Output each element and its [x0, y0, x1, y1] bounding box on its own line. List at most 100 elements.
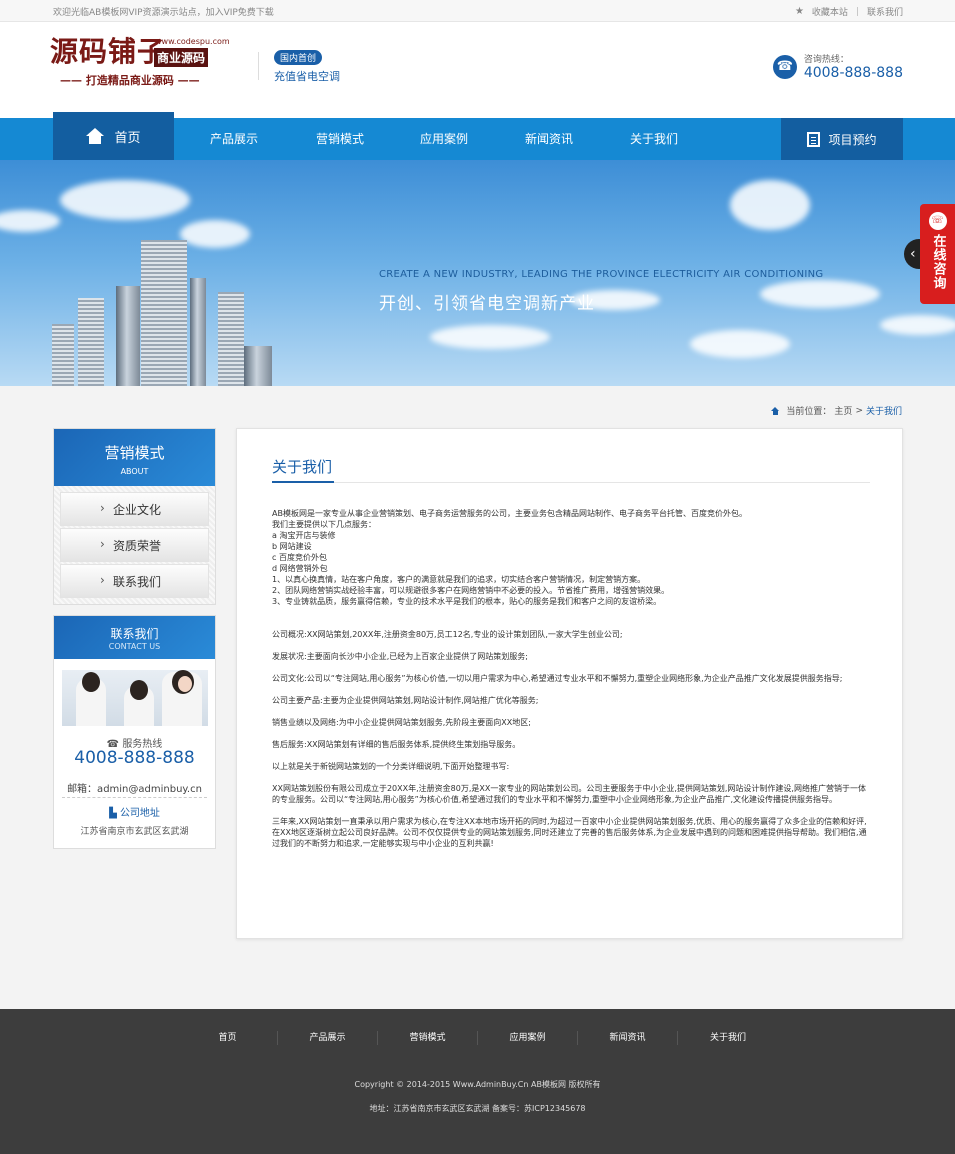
article-line: AB模板网是一家专业从事企业营销策划、电子商务运营服务的公司，主要业务包含精品网…: [272, 509, 747, 518]
nav-item-about[interactable]: 关于我们: [630, 118, 678, 160]
divider: [62, 797, 207, 798]
online-consult-label: 在线咨询: [930, 234, 946, 290]
article-line: 3、专业铸就品质，服务赢得信赖，专业的技术水平是我们的根本，贴心的服务是我们和客…: [272, 597, 662, 606]
sidebar-header: 营销模式 ABOUT: [54, 429, 215, 486]
article-paragraph: XX网站策划股份有限公司成立于20XX年,注册资金80万,是XX一家专业的网站策…: [272, 784, 866, 804]
building: [218, 292, 244, 386]
article-line: c 百度竞价外包: [272, 553, 327, 562]
sidebar-item-contact[interactable]: 联系我们: [60, 564, 209, 598]
nav-home-label: 首页: [114, 130, 141, 146]
hotline-label: 咨询热线：: [803, 55, 849, 65]
article-panel: 关于我们 AB模板网是一家专业从事企业营销策划、电子商务运营服务的公司，主要业务…: [236, 428, 903, 939]
article-line: a 淘宝开店与装修: [272, 531, 336, 540]
reserve-button[interactable]: 项目预约: [781, 118, 903, 160]
building: [116, 286, 140, 386]
article-line: 我们主要提供以下几点服务：: [272, 520, 376, 529]
person-hair: [130, 680, 148, 700]
sidebar-subtitle: ABOUT: [120, 467, 149, 476]
nav-item-news[interactable]: 新闻资讯: [525, 118, 573, 160]
breadcrumb-separator: >: [855, 405, 863, 416]
article-paragraph: 销售业绩以及网络:为中小企业提供网站策划服务,先阶段主要面向XX地区;: [272, 718, 531, 727]
sidebar-title: 营销模式: [104, 444, 165, 462]
address-heading: ▙ 公司地址: [109, 808, 160, 819]
reserve-label: 项目预约: [828, 132, 877, 147]
contact-header: 联系我们 CONTACT US: [54, 616, 215, 659]
main-nav: 首页 产品展示 营销模式 应用案例 新闻资讯 关于我们 项目预约: [0, 112, 955, 160]
cloud: [730, 180, 810, 230]
footer-nav-home[interactable]: 首页: [178, 1031, 278, 1045]
article-paragraph: 售后服务:XX网站策划有详细的售后服务体系,提供终生策划指导服务。: [272, 740, 521, 749]
building: [52, 324, 74, 386]
building: [141, 240, 187, 386]
breadcrumb: 当前位置： 主页 > 关于我们: [771, 404, 902, 417]
banner-en-slogan: CREATE A NEW INDUSTRY, LEADING THE PROVI…: [379, 269, 824, 280]
chat-icon: ☏: [928, 212, 947, 230]
breadcrumb-current[interactable]: 关于我们: [866, 404, 902, 417]
home-icon: [771, 406, 780, 415]
footer-nav-cases[interactable]: 应用案例: [478, 1031, 578, 1045]
title-rule-accent: [272, 481, 334, 483]
star-icon: ★: [794, 6, 804, 17]
article-line: d 网络营销外包: [272, 564, 328, 573]
address-label: 公司地址: [119, 808, 160, 819]
person-hair: [82, 672, 100, 692]
breadcrumb-home[interactable]: 主页: [834, 404, 852, 417]
divider: |: [855, 6, 859, 17]
logo[interactable]: 源码铺子 www.codespu.com 商业源码 —— 打造精品商业源码 ——: [50, 36, 230, 96]
cloud: [760, 280, 880, 308]
contact-box: 联系我们 CONTACT US ☎ 服务热线 4008-888-888 邮箱：a…: [53, 615, 216, 849]
home-icon: [86, 128, 105, 144]
nav-home[interactable]: 首页: [53, 112, 174, 160]
article-paragraph: 公司文化:公司以“专注网站,用心服务”为核心价值,一切以用户需求为中心,希望通过…: [272, 674, 843, 683]
cloud: [180, 220, 250, 248]
sidebar-item-honors[interactable]: 资质荣誉: [60, 528, 209, 562]
sidebar-item-culture[interactable]: 企业文化: [60, 492, 209, 526]
nav-item-cases[interactable]: 应用案例: [420, 118, 468, 160]
footer: 首页 产品展示 营销模式 应用案例 新闻资讯 关于我们 Copyright © …: [0, 1009, 955, 1154]
sidebar-item-label: 联系我们: [113, 574, 162, 589]
banner-cn-slogan: 开创、引领省电空调新产业: [379, 294, 595, 314]
footer-nav: 首页 产品展示 营销模式 应用案例 新闻资讯 关于我们: [178, 1031, 778, 1045]
building: [78, 298, 104, 386]
online-consult-tab[interactable]: ☏ 在线咨询: [920, 204, 955, 304]
sidebar-item-label: 资质荣誉: [113, 538, 162, 553]
service-phone: 4008-888-888: [74, 748, 195, 768]
footer-nav-products[interactable]: 产品展示: [278, 1031, 378, 1045]
nav-item-marketing[interactable]: 营销模式: [316, 118, 364, 160]
footer-copyright: Copyright © 2014-2015 Www.AdminBuy.Cn AB…: [354, 1080, 601, 1089]
footer-nav-about[interactable]: 关于我们: [678, 1031, 778, 1045]
article-paragraph: 公司主要产品:主要为企业提供网站策划,网站设计制作,网站推广优化等服务;: [272, 696, 539, 705]
building: [190, 278, 206, 386]
breadcrumb-label: 当前位置：: [786, 407, 832, 417]
sidebar-item-label: 企业文化: [113, 502, 162, 517]
welcome-text: 欢迎光临AB模板网VIP资源演示站点，加入VIP免费下载: [53, 8, 274, 18]
footer-nav-marketing[interactable]: 营销模式: [378, 1031, 478, 1045]
header-divider: [258, 52, 259, 80]
footer-nav-news[interactable]: 新闻资讯: [578, 1031, 678, 1045]
article-line: b 网站建设: [272, 542, 312, 551]
document-icon: [807, 131, 821, 147]
title-rule: [272, 482, 870, 483]
service-email: 邮箱：admin@adminbuy.cn: [67, 784, 202, 795]
cloud: [60, 180, 190, 220]
sidebar-menu: 营销模式 ABOUT 企业文化 资质荣誉 联系我们: [53, 428, 216, 605]
logo-slogan: —— 打造精品商业源码 ——: [60, 74, 200, 87]
tag-pill: 国内首创: [274, 50, 323, 65]
phone-icon: ☎: [772, 54, 797, 79]
article-line: 2、团队网络营销实战经验丰富，可以规避很多客户在网络营销中不必要的投入。节省推广…: [272, 586, 670, 595]
cloud: [0, 210, 60, 232]
nav-item-products[interactable]: 产品展示: [210, 118, 258, 160]
bookmark-link[interactable]: 收藏本站: [812, 5, 848, 18]
contact-link[interactable]: 联系我们: [867, 5, 903, 18]
service-photo: [62, 670, 208, 726]
logo-url: www.codespu.com: [155, 37, 230, 46]
hotline: ☎ 咨询热线： 4008-888-888: [772, 52, 903, 81]
